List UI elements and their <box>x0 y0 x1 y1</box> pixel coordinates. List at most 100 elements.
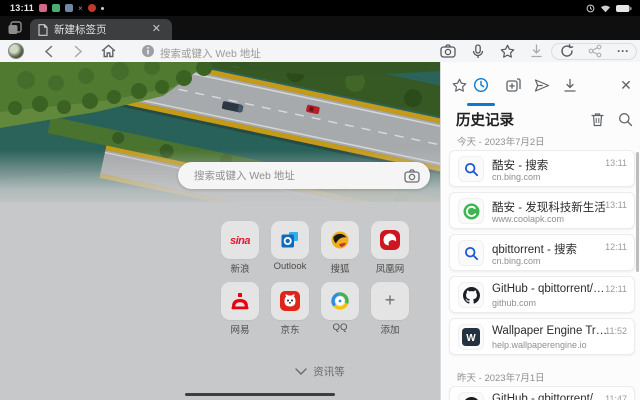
notification-icon <box>65 4 73 12</box>
notification-dot-icon <box>101 7 104 10</box>
history-entry-title: GitHub - qbittorrent/qBittorr… <box>492 283 608 295</box>
notification-icon <box>39 4 47 12</box>
page-icon <box>38 24 48 36</box>
history-entry[interactable]: GitHub - qbittorrent/qBittorr… github.com… <box>449 276 635 313</box>
history-entry-time: 13:11 <box>605 200 627 210</box>
add-icon: + <box>385 291 396 311</box>
notification-icon <box>88 4 96 12</box>
favorites-tab-icon[interactable] <box>450 76 468 94</box>
tab-strip: 新建标签页 ✕ <box>0 16 640 40</box>
shortcut-qq[interactable] <box>321 282 359 320</box>
more-menu-icon[interactable]: ··· <box>615 43 631 59</box>
downloads-tab-icon[interactable] <box>561 76 579 94</box>
share-icon <box>587 43 603 59</box>
history-entry-time: 11:47 <box>605 394 627 400</box>
collections-tab-icon[interactable] <box>504 76 522 94</box>
shortcut-jd[interactable] <box>271 282 309 320</box>
expand-feed-label: 资讯等 <box>313 364 345 379</box>
address-bar[interactable]: 搜索或键入 Web 地址 <box>160 46 261 61</box>
history-tab-icon[interactable] <box>472 76 490 94</box>
panel-scrollbar[interactable] <box>636 152 639 272</box>
delete-history-icon[interactable] <box>588 110 606 128</box>
tab-close-icon[interactable]: ✕ <box>149 22 164 37</box>
back-button[interactable] <box>40 43 56 59</box>
history-entry-time: 13:11 <box>605 158 627 168</box>
netease-icon <box>230 291 250 311</box>
history-entry-title: qbittorrent - 搜索 <box>492 241 608 257</box>
github-favicon <box>458 282 484 308</box>
history-entry-time: 12:11 <box>605 284 627 294</box>
shortcut-outlook[interactable] <box>271 221 309 259</box>
history-entry-time: 11:52 <box>605 326 627 336</box>
history-panel: ✕ 历史记录 今天 - 2023年7月2日酷安 - 搜索cn.bing.com1… <box>440 62 640 400</box>
shortcut-label: 添加 <box>358 322 422 336</box>
history-entry-title: GitHub - qbittorrent/qBittorr… <box>492 393 608 400</box>
download-icon <box>528 43 544 59</box>
history-entry[interactable]: 酷安 - 搜索cn.bing.com13:11 <box>449 150 635 187</box>
mic-icon[interactable] <box>470 43 486 59</box>
center-search-box[interactable]: 搜索或键入 Web 地址 <box>178 162 430 189</box>
favorite-star-icon[interactable] <box>499 43 515 59</box>
history-entry-title: Wallpaper Engine Troublesh… <box>492 325 608 337</box>
profile-avatar[interactable] <box>8 43 24 59</box>
history-entry[interactable]: 酷安 - 发现科技新生活www.coolapk.com13:11 <box>449 192 635 229</box>
shortcut-netease[interactable] <box>221 282 259 320</box>
search-history-icon[interactable] <box>616 110 634 128</box>
tab-title: 新建标签页 <box>54 22 149 37</box>
browser-window: 13:11 × 新建标签页 ✕ 搜 <box>0 0 640 400</box>
camera-search-icon[interactable] <box>404 169 420 183</box>
history-entry-time: 12:11 <box>605 242 627 252</box>
history-section-label: 昨天 - 2023年7月1日 <box>457 370 545 384</box>
github-favicon <box>458 392 484 400</box>
close-panel-icon[interactable]: ✕ <box>617 76 635 94</box>
outlook-icon <box>280 230 300 250</box>
active-tab-underline <box>467 103 495 106</box>
search-placeholder: 搜索或键入 Web 地址 <box>194 168 404 183</box>
ifeng-icon <box>380 230 400 250</box>
browser-tab[interactable]: 新建标签页 ✕ <box>30 19 172 40</box>
forward-button[interactable] <box>70 43 86 59</box>
navigation-toolbar: 搜索或键入 Web 地址 ··· <box>0 40 640 62</box>
shortcut-sohu[interactable] <box>321 221 359 259</box>
tab-switcher-icon[interactable] <box>7 20 23 36</box>
chevron-down-icon <box>295 368 307 375</box>
gesture-handle[interactable] <box>185 393 335 396</box>
coolapk-favicon <box>458 198 484 224</box>
new-tab-page: 搜索或键入 Web 地址 sina新浪Outlook搜狐凤凰网网易京东QQ+添加… <box>0 62 440 388</box>
sina-icon: sina <box>230 231 250 249</box>
panel-title: 历史记录 <box>456 109 578 130</box>
sohu-icon <box>330 230 350 250</box>
expand-feed-button[interactable]: 资讯等 <box>220 364 420 379</box>
battery-icon <box>616 4 632 13</box>
history-entry-domain: cn.bing.com <box>492 172 612 182</box>
alarm-icon <box>586 4 595 13</box>
shortcut-label: 凤凰网 <box>358 261 422 275</box>
panel-tab-bar: ✕ <box>441 70 640 102</box>
history-entry[interactable]: qbittorrent - 搜索cn.bing.com 12:11 <box>449 234 635 271</box>
svg-text:W: W <box>466 333 476 344</box>
notification-icon <box>52 4 60 12</box>
bing-search-favicon <box>458 156 484 182</box>
site-info-icon[interactable] <box>140 43 156 59</box>
wifi-icon <box>600 4 611 13</box>
history-section-label: 今天 - 2023年7月2日 <box>457 134 545 148</box>
notification-x-icon: × <box>78 4 83 13</box>
history-entry-domain: help.wallpaperengine.io <box>492 340 612 350</box>
status-bar: 13:11 × <box>0 0 640 16</box>
jd-icon <box>280 291 300 311</box>
qq-icon <box>330 291 350 311</box>
send-to-device-icon[interactable] <box>533 76 551 94</box>
shortcut-sina[interactable]: sina <box>221 221 259 259</box>
history-entry-domain: cn.bing.com <box>492 256 612 266</box>
history-entry[interactable]: GitHub - qbittorrent/qBittorr…github.com… <box>449 386 635 400</box>
history-entry[interactable]: W Wallpaper Engine Troublesh… help.wallpap… <box>449 318 635 355</box>
wallpaper-favicon: W <box>458 324 484 350</box>
clock-time: 13:11 <box>10 3 34 13</box>
camera-search-icon[interactable] <box>440 43 456 59</box>
shortcut-add[interactable]: + <box>371 282 409 320</box>
history-entry-domain: www.coolapk.com <box>492 214 612 224</box>
history-entry-domain: github.com <box>492 298 612 308</box>
home-button[interactable] <box>100 43 116 59</box>
refresh-icon[interactable] <box>559 43 575 59</box>
shortcut-ifeng[interactable] <box>371 221 409 259</box>
